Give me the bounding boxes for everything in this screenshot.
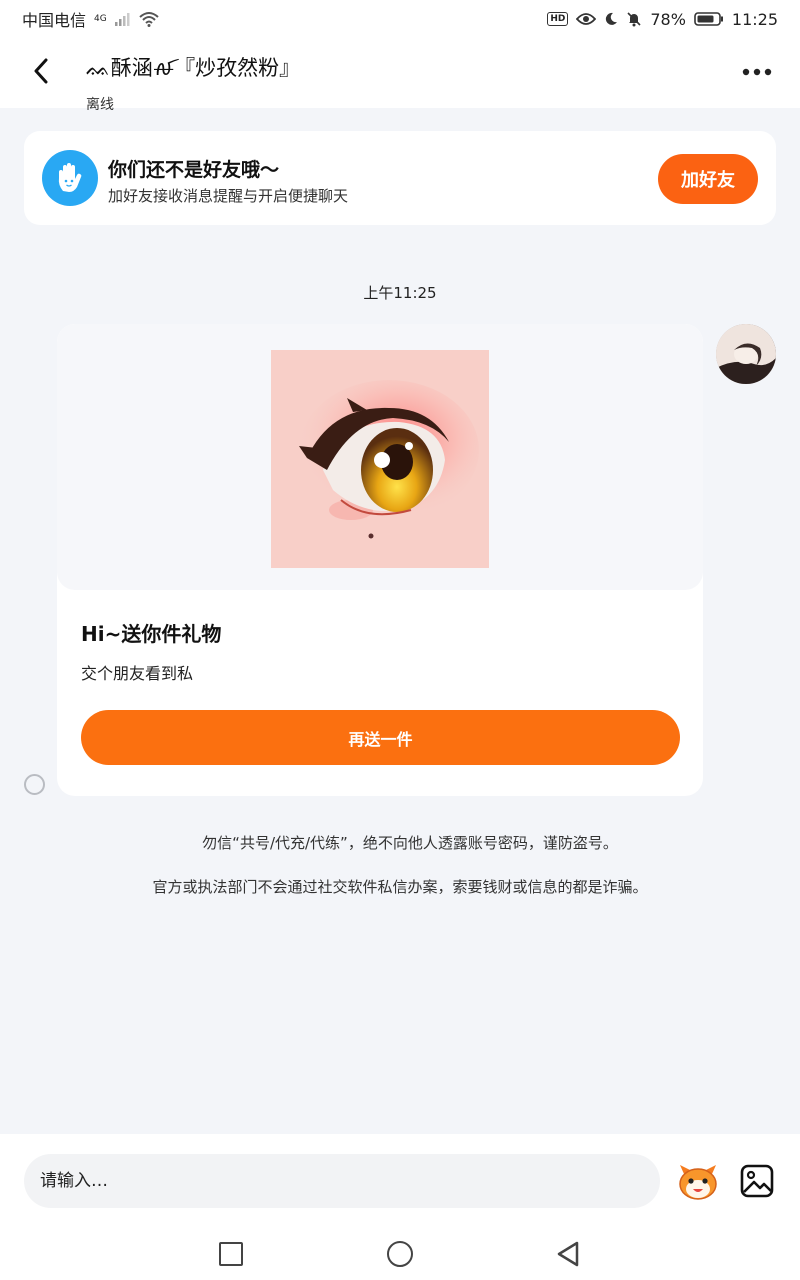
mute-bell-icon <box>626 11 642 27</box>
message-input[interactable] <box>24 1154 660 1208</box>
image-icon <box>740 1164 774 1198</box>
network-type: 4G <box>94 14 107 24</box>
gift-image <box>271 350 489 568</box>
gift-message-card[interactable]: Hi~送你件礼物 交个朋友看到私 再送一件 <box>57 324 703 796</box>
gift-title: Hi~送你件礼物 <box>81 622 222 646</box>
message-select-radio[interactable] <box>24 774 45 795</box>
avatar[interactable] <box>716 324 776 384</box>
safety-notice: 勿信“共号/代充/代练”，绝不向他人透露账号密码，谨防盗号。 <box>202 834 618 852</box>
banner-title: 你们还不是好友哦～ <box>108 159 280 181</box>
eye-icon <box>576 12 597 26</box>
wifi-icon <box>139 11 159 27</box>
banner-subtitle: 加好友接收消息提醒与开启便捷聊天 <box>108 187 349 205</box>
chevron-left-icon <box>34 58 48 84</box>
status-bar: 中国电信 4G HD 78% 11:25 <box>0 0 800 38</box>
online-status: 离线 <box>86 97 114 113</box>
battery-icon <box>694 11 724 27</box>
wave-hand-icon <box>42 150 98 206</box>
battery-percent: 78% <box>650 9 686 29</box>
chat-header: ᨐ酥涵ꫛ『炒孜然粉』 离线 <box>0 38 800 113</box>
clock: 11:25 <box>731 9 778 29</box>
carrier-label: 中国电信 <box>22 11 87 30</box>
chat-title-block[interactable]: ᨐ酥涵ꫛ『炒孜然粉』 离线 <box>86 48 300 114</box>
more-dots-icon <box>742 68 772 76</box>
system-back-button[interactable] <box>555 1240 581 1268</box>
emoji-icon <box>679 1165 717 1200</box>
back-button[interactable] <box>26 56 56 86</box>
moon-icon <box>604 12 618 26</box>
send-again-button[interactable]: 再送一件 <box>81 710 680 765</box>
more-button[interactable] <box>740 60 774 84</box>
home-button[interactable] <box>387 1241 413 1267</box>
chat-title: ᨐ酥涵ꫛ『炒孜然粉』 <box>86 56 301 80</box>
image-button[interactable] <box>738 1162 776 1200</box>
recent-apps-button[interactable] <box>219 1242 243 1266</box>
signal-icon <box>114 12 131 26</box>
fraud-notice: 官方或执法部门不会通过社交软件私信办案，索要钱财或信息的都是诈骗。 <box>152 878 648 896</box>
message-timestamp: 上午11:25 <box>363 284 437 302</box>
hd-icon: HD <box>547 12 569 26</box>
emoji-button[interactable] <box>676 1162 720 1202</box>
gift-description: 交个朋友看到私 <box>81 664 194 683</box>
add-friend-banner: 你们还不是好友哦～ 加好友接收消息提醒与开启便捷聊天 加好友 <box>24 131 776 225</box>
add-friend-button[interactable]: 加好友 <box>658 154 758 204</box>
gift-image-area <box>57 324 703 590</box>
